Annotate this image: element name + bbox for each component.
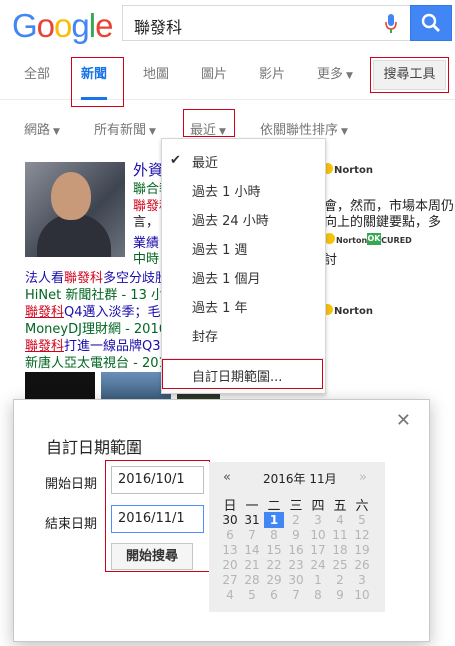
header: Google 聯發科 bbox=[0, 0, 455, 50]
chevron-down-icon: ▼ bbox=[341, 127, 348, 137]
calendar-day[interactable]: 1 bbox=[308, 572, 328, 588]
calendar-month-label: 2016年 11月 bbox=[263, 472, 337, 486]
custom-date-range-dialog: 自訂日期範圍 ✕ 開始日期 2016/10/1 結束日期 2016/11/1 開… bbox=[13, 399, 430, 642]
norton-badge: Norton bbox=[322, 304, 373, 317]
calendar-day[interactable]: 27 bbox=[220, 572, 240, 588]
calendar-day[interactable]: 4 bbox=[330, 512, 350, 528]
menu-item-past-hour[interactable]: 過去 1 小時 bbox=[192, 181, 261, 200]
calendar-day[interactable]: 31 bbox=[242, 512, 262, 528]
calendar-day[interactable]: 7 bbox=[286, 587, 306, 603]
ok-badge: OK bbox=[367, 233, 381, 245]
calendar-day[interactable]: 9 bbox=[286, 527, 306, 543]
dialog-title: 自訂日期範圍 bbox=[46, 438, 143, 457]
filter-sort[interactable]: 依關聯性排序 ▼ bbox=[260, 119, 348, 138]
date-picker-calendar: « 2016年 11月 » 日一二三四五六 30 31 1 2 3 4 5 6 7 8 9 10 11 1… bbox=[209, 462, 385, 612]
menu-item-archive[interactable]: 封存 bbox=[192, 326, 218, 345]
close-icon[interactable]: ✕ bbox=[396, 410, 411, 431]
menu-item-recent[interactable]: 最近 bbox=[192, 152, 218, 171]
search-input[interactable]: 聯發科 bbox=[122, 5, 410, 41]
calendar-day[interactable]: 6 bbox=[264, 587, 284, 603]
calendar-day[interactable]: 13 bbox=[220, 542, 240, 558]
calendar-day[interactable]: 16 bbox=[286, 542, 306, 558]
calendar-day[interactable]: 14 bbox=[242, 542, 262, 558]
calendar-day[interactable]: 18 bbox=[330, 542, 350, 558]
result-source: 新唐人亞太電視台 - 201 bbox=[25, 356, 167, 371]
calendar-day[interactable]: 22 bbox=[264, 557, 284, 573]
calendar-day[interactable]: 10 bbox=[352, 587, 372, 603]
calendar-day[interactable]: 24 bbox=[308, 557, 328, 573]
calendar-day[interactable]: 8 bbox=[264, 527, 284, 543]
chevron-down-icon: ▼ bbox=[149, 127, 156, 137]
highlight-box-news-tab bbox=[71, 57, 124, 107]
tab-images[interactable]: 圖片 bbox=[201, 56, 227, 100]
calendar-day[interactable]: 19 bbox=[352, 542, 372, 558]
norton-badge: Norton bbox=[322, 163, 373, 176]
tab-maps[interactable]: 地圖 bbox=[143, 56, 169, 100]
microphone-icon[interactable] bbox=[384, 14, 398, 34]
calendar-day[interactable]: 5 bbox=[352, 512, 372, 528]
chevron-down-icon: ▼ bbox=[346, 71, 353, 81]
highlight-box-date-fields bbox=[105, 460, 210, 572]
calendar-day[interactable]: 5 bbox=[242, 587, 262, 603]
calendar-day[interactable]: 4 bbox=[220, 587, 240, 603]
calendar-next-button[interactable]: » bbox=[359, 470, 367, 485]
chevron-down-icon: ▼ bbox=[53, 127, 60, 137]
result-title[interactable]: 外資 bbox=[133, 159, 163, 180]
calendar-day[interactable]: 2 bbox=[330, 572, 350, 588]
calendar-day[interactable]: 2 bbox=[286, 512, 306, 528]
calendar-day[interactable]: 30 bbox=[286, 572, 306, 588]
calendar-day[interactable]: 26 bbox=[352, 557, 372, 573]
end-date-label: 結束日期 bbox=[45, 517, 98, 532]
calendar-day[interactable]: 6 bbox=[220, 527, 240, 543]
menu-item-past-month[interactable]: 過去 1 個月 bbox=[192, 268, 261, 287]
menu-item-past-year[interactable]: 過去 1 年 bbox=[192, 297, 248, 316]
calendar-day[interactable]: 8 bbox=[308, 587, 328, 603]
calendar-day[interactable]: 3 bbox=[352, 572, 372, 588]
highlight-box-recent bbox=[183, 109, 235, 137]
menu-item-past-24h[interactable]: 過去 24 小時 bbox=[192, 210, 269, 229]
calendar-day[interactable]: 30 bbox=[220, 512, 240, 528]
result-snippet: 言， bbox=[133, 215, 160, 230]
calendar-day[interactable]: 25 bbox=[330, 557, 350, 573]
thumbnail-suit bbox=[37, 214, 111, 257]
tab-videos[interactable]: 影片 bbox=[259, 56, 285, 100]
start-date-label: 開始日期 bbox=[45, 477, 98, 492]
highlight-box-tools bbox=[370, 57, 449, 93]
search-icon bbox=[421, 13, 440, 32]
result-thumbnail[interactable] bbox=[25, 162, 125, 257]
calendar-day[interactable]: 9 bbox=[330, 587, 350, 603]
menu-item-past-week[interactable]: 過去 1 週 bbox=[192, 239, 248, 258]
highlight-box-custom-range bbox=[162, 359, 323, 389]
calendar-day[interactable]: 12 bbox=[352, 527, 372, 543]
calendar-day[interactable]: 10 bbox=[308, 527, 328, 543]
result-source: 中時 bbox=[133, 252, 160, 267]
result-thumbnail[interactable] bbox=[25, 372, 95, 400]
search-button[interactable] bbox=[410, 5, 452, 41]
calendar-day[interactable]: 17 bbox=[308, 542, 328, 558]
search-query: 聯發科 bbox=[134, 18, 183, 37]
calendar-day-selected[interactable]: 1 bbox=[264, 512, 284, 528]
thumbnail-face bbox=[51, 172, 91, 220]
calendar-day[interactable]: 29 bbox=[264, 572, 284, 588]
filter-web[interactable]: 網路 ▼ bbox=[24, 119, 60, 138]
recent-dropdown-menu: ✔ 最近 過去 1 小時 過去 24 小時 過去 1 週 過去 1 個月 過去 … bbox=[161, 138, 326, 394]
filter-all-news[interactable]: 所有新聞 ▼ bbox=[94, 119, 156, 138]
calendar-prev-button[interactable]: « bbox=[223, 470, 231, 485]
calendar-day[interactable]: 21 bbox=[242, 557, 262, 573]
calendar-day[interactable]: 23 bbox=[286, 557, 306, 573]
google-logo[interactable]: Google bbox=[12, 6, 113, 46]
check-icon: ✔ bbox=[170, 153, 181, 168]
calendar-day[interactable]: 15 bbox=[264, 542, 284, 558]
calendar-day[interactable]: 28 bbox=[242, 572, 262, 588]
tab-all[interactable]: 全部 bbox=[24, 56, 50, 100]
calendar-day[interactable]: 20 bbox=[220, 557, 240, 573]
calendar-day[interactable]: 3 bbox=[308, 512, 328, 528]
tab-more[interactable]: 更多 ▼ bbox=[317, 56, 353, 100]
calendar-day[interactable]: 11 bbox=[330, 527, 350, 543]
calendar-day[interactable]: 7 bbox=[242, 527, 262, 543]
result-snippet-right: 向上的關鍵要點，多 bbox=[324, 215, 442, 230]
